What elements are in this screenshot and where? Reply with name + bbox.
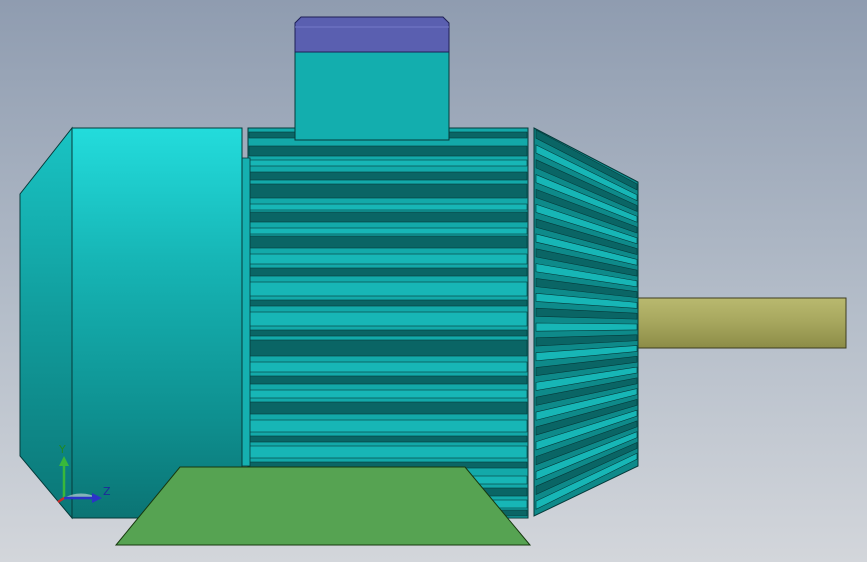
- stator-frame[interactable]: [247, 127, 529, 519]
- frame-fin: [248, 267, 528, 277]
- fan-cover[interactable]: [533, 127, 639, 517]
- frame-fin: [248, 145, 528, 157]
- motor-model[interactable]: [0, 0, 867, 562]
- frame-fin: [248, 401, 528, 415]
- fan-cover-rib: [535, 322, 638, 332]
- frame-fin: [248, 281, 528, 297]
- end-shield-body: [71, 127, 243, 519]
- frame-fin: [248, 235, 528, 249]
- frame-fin: [248, 445, 528, 459]
- 3d-viewport[interactable]: Y Z: [0, 0, 867, 562]
- frame-fin: [248, 203, 528, 211]
- frame-fin: [248, 339, 528, 357]
- mounting-base[interactable]: [114, 466, 532, 546]
- frame-fin: [248, 159, 528, 167]
- frame-fin: [248, 435, 528, 443]
- motor-shaft[interactable]: [637, 297, 847, 349]
- frame-fin: [248, 361, 528, 373]
- frame-fin: [248, 227, 528, 235]
- end-shield[interactable]: [19, 126, 243, 520]
- frame-fin: [248, 389, 528, 399]
- y-axis-label: Y: [59, 443, 66, 456]
- frame-fin: [248, 419, 528, 433]
- frame-fin: [248, 211, 528, 223]
- z-axis-label: Z: [103, 485, 111, 498]
- frame-fin: [248, 329, 528, 337]
- terminal-box-lid: [294, 16, 450, 53]
- frame-fin: [248, 171, 528, 181]
- frame-fin: [248, 183, 528, 199]
- terminal-box-body: [294, 51, 450, 141]
- frame-fin: [248, 253, 528, 265]
- terminal-box[interactable]: [294, 16, 450, 141]
- frame-fin: [248, 311, 528, 327]
- frame-fin: [248, 299, 528, 307]
- frame-fin: [248, 375, 528, 385]
